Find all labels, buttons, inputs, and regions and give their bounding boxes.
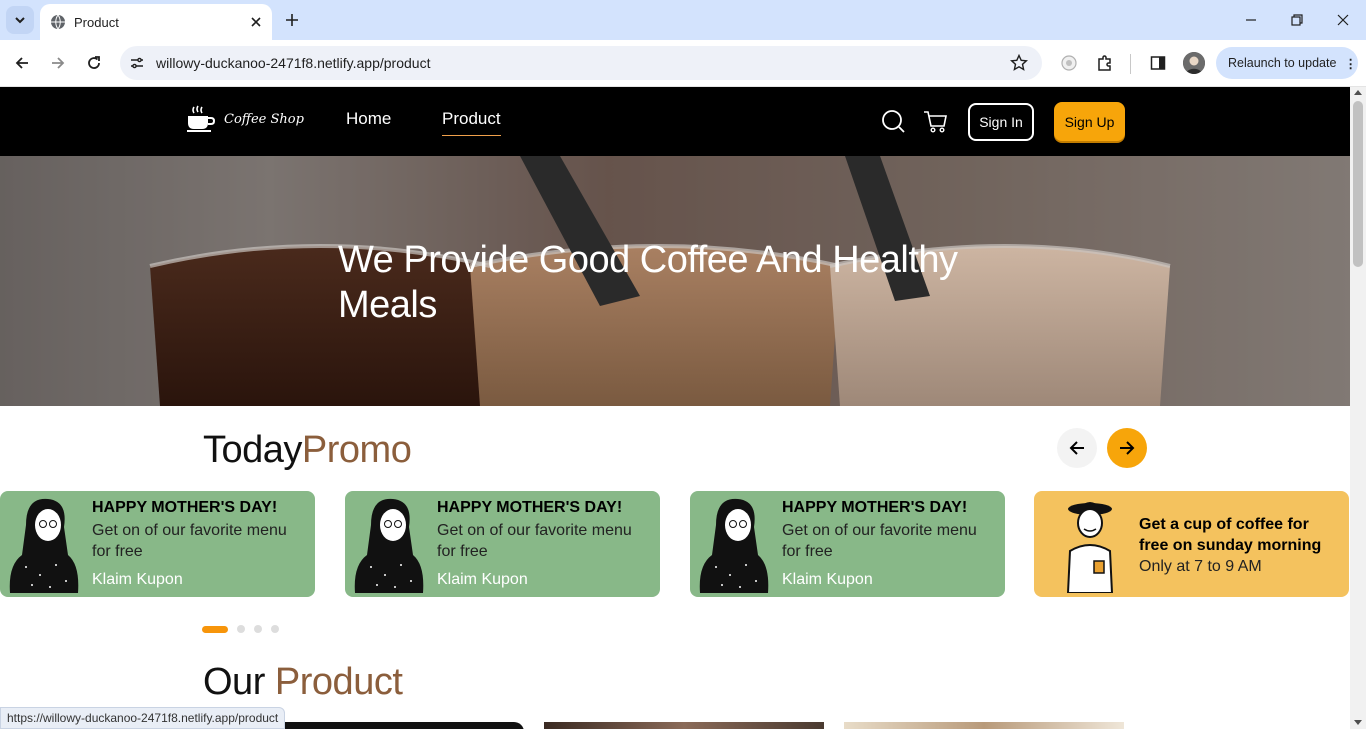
promo-title-main: Today <box>203 429 302 471</box>
carousel-dot[interactable] <box>271 625 279 633</box>
url-text[interactable]: willowy-duckanoo-2471f8.netlify.app/prod… <box>156 55 1004 71</box>
profile-avatar[interactable] <box>1183 52 1205 74</box>
carousel-pagination <box>202 625 288 633</box>
promo-title-accent: Promo <box>301 429 412 471</box>
relaunch-update-button[interactable]: Relaunch to update ⋮ <box>1216 47 1358 79</box>
toolbar-divider <box>1130 54 1131 74</box>
arrow-left-icon <box>1069 441 1084 455</box>
page-viewport: Coffee Shop Home Product Sign In Sign Up… <box>0 87 1350 729</box>
hero-banner: We Provide Good Coffee And Healthy Meals <box>0 156 1350 406</box>
carousel-dot[interactable] <box>237 625 245 633</box>
carousel-dot[interactable] <box>254 625 262 633</box>
plus-icon <box>286 14 298 26</box>
promo-card[interactable]: Get a cup of coffee for free on sunday m… <box>1034 491 1349 597</box>
browser-tab-product[interactable]: Product <box>40 4 272 40</box>
mother-illustration <box>699 498 769 593</box>
promo-card-title: HAPPY MOTHER'S DAY! <box>92 499 278 516</box>
arrow-left-icon <box>15 57 28 69</box>
close-icon <box>1337 14 1349 26</box>
arrow-right-icon <box>1120 441 1135 455</box>
promo-card-desc: Get on of our favorite menu for free <box>92 522 287 560</box>
scroll-up-arrow[interactable] <box>1354 90 1362 95</box>
extensions-puzzle-icon[interactable] <box>1090 48 1120 78</box>
sign-in-button[interactable]: Sign In <box>968 103 1034 141</box>
restore-button[interactable] <box>1285 8 1309 32</box>
globe-icon <box>51 14 65 30</box>
browser-tab-bar: Product <box>0 0 1366 40</box>
claim-coupon-link[interactable]: Klaim Kupon <box>782 571 873 589</box>
nav-product-link[interactable]: Product <box>442 109 501 136</box>
promo-prev-button[interactable] <box>1057 428 1097 468</box>
promo-card-desc: Get on of our favorite menu for free <box>437 522 632 560</box>
new-tab-button[interactable] <box>280 8 304 32</box>
promo-card-desc: Only at 7 to 9 AM <box>1139 558 1262 575</box>
promo-card[interactable]: HAPPY MOTHER'S DAY! Get on of our favori… <box>690 491 1005 597</box>
more-menu-icon[interactable]: ⋮ <box>1344 56 1356 71</box>
scroll-down-arrow[interactable] <box>1354 720 1362 725</box>
close-window-button[interactable] <box>1331 8 1355 32</box>
claim-coupon-link[interactable]: Klaim Kupon <box>437 571 528 589</box>
promo-card[interactable]: HAPPY MOTHER'S DAY! Get on of our favori… <box>0 491 315 597</box>
hero-title: We Provide Good Coffee And Healthy Meals <box>338 239 958 326</box>
mother-illustration <box>354 498 424 593</box>
scroll-thumb[interactable] <box>1353 101 1363 267</box>
promo-section-title: TodayPromo <box>203 429 412 472</box>
chevron-down-icon <box>15 17 25 24</box>
sign-up-button[interactable]: Sign Up <box>1054 102 1125 141</box>
carousel-dot-active[interactable] <box>202 625 228 633</box>
promo-card-title: Get a cup of coffee for free on sunday m… <box>1139 516 1322 554</box>
site-logo[interactable]: Coffee Shop <box>186 105 304 133</box>
promo-next-button[interactable] <box>1107 428 1147 468</box>
logo-text: Coffee Shop <box>224 111 304 127</box>
extension-lens-icon[interactable] <box>1054 48 1084 78</box>
restore-icon <box>1291 14 1303 26</box>
promo-card-title: HAPPY MOTHER'S DAY! <box>782 499 968 516</box>
search-icon[interactable] <box>881 109 907 135</box>
promo-card[interactable]: HAPPY MOTHER'S DAY! Get on of our favori… <box>345 491 660 597</box>
product-card[interactable] <box>544 722 824 729</box>
reload-icon <box>88 56 100 69</box>
product-title-main: Our <box>203 661 265 703</box>
tab-title: Product <box>74 14 119 30</box>
nav-home-link[interactable]: Home <box>346 109 391 129</box>
address-bar[interactable]: willowy-duckanoo-2471f8.netlify.app/prod… <box>120 46 1042 80</box>
page-scrollbar[interactable] <box>1350 87 1366 729</box>
minimize-button[interactable] <box>1239 8 1263 32</box>
site-settings-icon[interactable] <box>120 46 154 80</box>
arrow-right-icon <box>52 57 65 69</box>
product-card[interactable] <box>844 722 1124 729</box>
tab-search-button[interactable] <box>6 6 34 34</box>
coffee-cup-icon <box>187 105 216 132</box>
product-section-title: Our Product <box>203 661 403 704</box>
promo-card-title: HAPPY MOTHER'S DAY! <box>437 499 623 516</box>
forward-button[interactable] <box>43 48 73 78</box>
promo-card-desc: Get on of our favorite menu for free <box>782 522 977 560</box>
status-bar-url: https://willowy-duckanoo-2471f8.netlify.… <box>0 707 286 729</box>
claim-coupon-link[interactable]: Klaim Kupon <box>92 571 183 589</box>
man-with-coffee-illustration <box>1066 502 1114 593</box>
product-card[interactable] <box>244 722 524 729</box>
cart-icon[interactable] <box>923 109 949 135</box>
tab-close-icon[interactable] <box>244 10 268 34</box>
back-button[interactable] <box>7 48 37 78</box>
reload-button[interactable] <box>79 48 109 78</box>
browser-toolbar: willowy-duckanoo-2471f8.netlify.app/prod… <box>0 40 1366 87</box>
site-navbar: Coffee Shop Home Product Sign In Sign Up <box>0 87 1350 156</box>
relaunch-label: Relaunch to update <box>1228 56 1337 70</box>
product-title-accent: Product <box>274 661 403 703</box>
mother-illustration <box>9 498 79 593</box>
side-panel-icon[interactable] <box>1143 48 1173 78</box>
minimize-icon <box>1246 19 1256 21</box>
bookmark-star-icon[interactable] <box>1004 48 1034 78</box>
